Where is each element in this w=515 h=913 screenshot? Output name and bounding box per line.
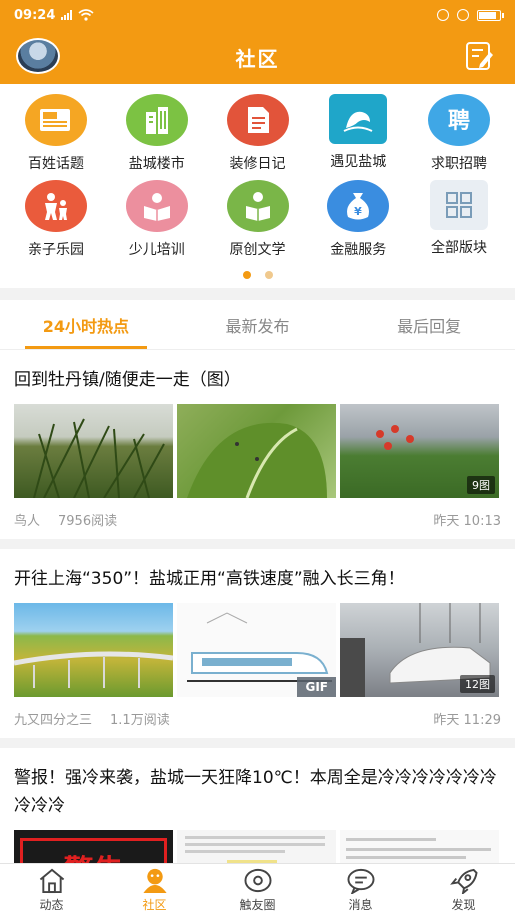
post-author[interactable]: 鸟人 [14,514,40,529]
post-meta: 鸟人 7956阅读 昨天 10:13 [14,510,501,529]
post-title[interactable]: 警报！强冷来袭，盐城一天狂降10℃！本周全是冷冷冷冷冷冷冷冷冷冷 [14,764,501,820]
category-label: 装修日记 [229,156,286,172]
nav-messages[interactable]: 消息 [309,864,412,913]
reading-child-icon [125,180,188,232]
signal-icon [61,10,73,20]
eye-circle-icon [244,868,271,893]
feed-tabs: 24小时热点 最新发布 最后回复 [0,300,515,350]
category-item-decor[interactable]: 装修日记 [208,90,308,176]
tab-last-reply[interactable]: 最后回复 [343,300,515,349]
page-dot-active[interactable] [242,271,251,279]
category-label: 求职招聘 [431,156,487,172]
category-label: 少儿培训 [128,242,185,258]
category-label: 全部版块 [431,240,487,256]
post-time: 昨天 10:13 [433,514,501,529]
header: 社区 [0,30,515,84]
post-thumbnails: GIF 12图 [14,603,501,697]
reading-person-icon [226,180,289,232]
bottom-navigation: 动态 社区 触友圈 消息 发现 [0,863,515,913]
nav-label: 动态 [39,898,64,912]
post-image[interactable]: 12图 [340,603,499,697]
category-item-literature[interactable]: 原创文学 [208,176,308,262]
section-divider [0,288,515,300]
community-icon [142,868,167,894]
category-item-topics[interactable]: 百姓话题 [6,90,106,176]
post-feed: 回到牡丹镇/随便走一走（图） 9图 鸟人 7956阅读 昨天 10:13 开往上海… [0,350,515,913]
category-grid: 百姓话题 盐城楼市 装修日记 遇见盐城 聘 求职招聘 亲子乐园 少儿培训 原创文… [0,84,515,288]
post-image[interactable]: GIF [177,603,336,697]
nav-label: 社区 [142,898,167,912]
category-label: 百姓话题 [28,156,84,172]
newspaper-icon [25,94,87,146]
app-root: 09:24 社区 百姓话题 盐城楼市 装修日记 遇见盐城 聘 求职招聘 亲子乐园… [0,0,515,913]
clock-icon [457,9,469,21]
page-title: 社区 [235,46,280,71]
svg-text:聘: 聘 [448,109,470,134]
post-image[interactable] [14,404,173,498]
landmark-icon [329,94,388,144]
image-count-badge: 9图 [467,476,495,494]
category-label: 金融服务 [330,242,387,258]
nav-label: 发现 [451,898,476,912]
page-indicator [0,262,515,288]
family-icon [25,180,87,232]
post-image[interactable] [14,603,173,697]
category-label: 遇见盐城 [330,154,387,170]
top-bar: 09:24 社区 [0,0,515,84]
home-icon [39,868,64,894]
wifi-icon [78,9,94,21]
post-author[interactable]: 九又四分之三 [14,713,92,728]
grid-icon [430,180,488,230]
category-row-1: 百姓话题 盐城楼市 装修日记 遇见盐城 聘 求职招聘 [0,90,515,176]
category-label: 盐城楼市 [128,156,185,172]
category-item-training[interactable]: 少儿培训 [107,176,207,262]
chat-bubble-icon [347,868,374,894]
rocket-icon [449,868,478,894]
edit-post-icon[interactable] [463,40,495,72]
category-label: 原创文学 [229,242,286,258]
page-dot[interactable] [264,271,273,279]
nav-discover[interactable]: 发现 [412,864,515,913]
post-reads: 1.1万阅读 [110,713,170,728]
post-reads: 7956阅读 [58,514,118,529]
money-bag-icon: ¥ [327,180,390,232]
nav-community[interactable]: 社区 [103,864,206,913]
category-label: 亲子乐园 [28,242,84,258]
nav-label: 触友圈 [239,898,276,912]
svg-text:¥: ¥ [354,205,362,218]
tab-hot-24h[interactable]: 24小时热点 [0,300,172,349]
category-item-all[interactable]: 全部版块 [409,176,509,262]
category-item-meet[interactable]: 遇见盐城 [308,90,408,176]
status-bar: 09:24 [0,0,515,30]
nav-label: 消息 [348,898,373,912]
category-item-property[interactable]: 盐城楼市 [107,90,207,176]
document-icon [226,94,289,146]
tab-latest[interactable]: 最新发布 [172,300,344,349]
category-item-family[interactable]: 亲子乐园 [6,176,106,262]
post-title[interactable]: 回到牡丹镇/随便走一走（图） [14,366,501,394]
gif-badge: GIF [297,677,336,697]
battery-icon [477,9,504,21]
buildings-icon [125,94,188,146]
post-title[interactable]: 开往上海“350”！盐城正用“高铁速度”融入长三角！ [14,565,501,593]
nav-circle[interactable]: 触友圈 [206,864,309,913]
user-avatar[interactable] [16,38,60,74]
post-time: 昨天 11:29 [433,713,501,728]
post-image[interactable] [177,404,336,498]
status-time: 09:24 [14,7,56,23]
category-item-finance[interactable]: ¥ 金融服务 [308,176,408,262]
post-thumbnails: 9图 [14,404,501,498]
alarm-icon [437,9,449,21]
image-count-badge: 12图 [460,675,495,693]
recruit-icon: 聘 [428,94,490,146]
category-row-2: 亲子乐园 少儿培训 原创文学 ¥ 金融服务 全部版块 [0,176,515,262]
post-item[interactable]: 回到牡丹镇/随便走一走（图） 9图 鸟人 7956阅读 昨天 10:13 [0,350,515,549]
post-meta: 九又四分之三 1.1万阅读 昨天 11:29 [14,709,501,728]
category-item-jobs[interactable]: 聘 求职招聘 [409,90,509,176]
post-image[interactable]: 9图 [340,404,499,498]
post-item[interactable]: 开往上海“350”！盐城正用“高铁速度”融入长三角！ GIF 12图 九又四分之… [0,549,515,748]
nav-feed[interactable]: 动态 [0,864,103,913]
